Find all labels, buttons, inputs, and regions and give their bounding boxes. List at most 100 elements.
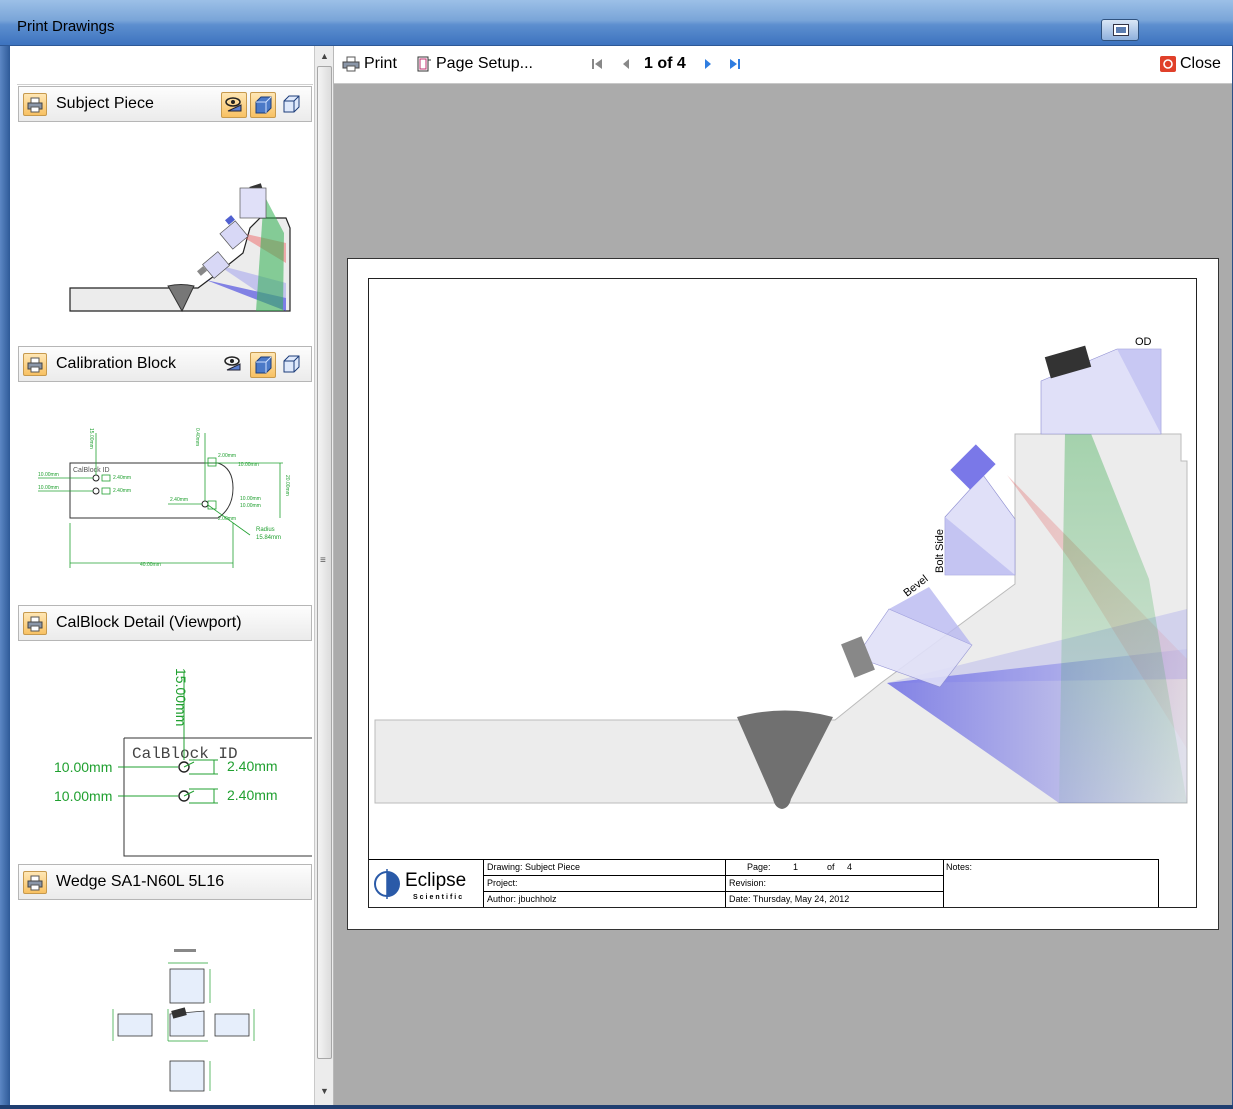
left-pane-scrollbar[interactable]: ▲ ≡ ▼	[314, 46, 334, 1105]
print-preview-page[interactable]: OD Bolt Side Bevel Eclipse Scientific Dr	[347, 258, 1219, 930]
project-field: Project:	[487, 878, 518, 888]
wedge-drawing	[112, 949, 255, 1092]
calibration-block-drawing: CalBlock ID 15.00mm 10.00mm 10.00mm 2.40…	[38, 428, 290, 568]
last-page-button[interactable]	[728, 57, 742, 71]
view-visibility-button[interactable]	[221, 92, 247, 118]
scroll-down-arrow-icon[interactable]: ▼	[320, 1086, 329, 1096]
next-page-icon	[705, 59, 711, 69]
window-left-edge	[0, 46, 10, 1109]
first-page-button[interactable]	[590, 57, 604, 71]
printer-icon	[342, 56, 360, 72]
subject-piece-drawing	[69, 183, 291, 313]
calblock-dim-12: 2.00mm	[218, 516, 236, 522]
client-area: Subject Piece Calibration Block CalBlock…	[10, 46, 1232, 1105]
author-field: Author: jbuchholz	[487, 894, 557, 904]
calblock-id-text: CalBlock ID	[73, 467, 110, 474]
viewport-dim-vertical: 15.00mm	[173, 668, 189, 726]
calblock-dim-13: Radius	[256, 527, 275, 533]
logo-subtext: Scientific	[413, 894, 465, 901]
previous-page-button[interactable]	[620, 57, 632, 71]
left-pane-header	[17, 46, 313, 85]
calblock-dim-1: 10.00mm	[38, 472, 59, 478]
date-field: Date: Thursday, May 24, 2012	[729, 894, 850, 904]
calblock-dim-0: 15.00mm	[88, 428, 94, 449]
of-label: of	[827, 862, 835, 872]
print-drawing-button[interactable]	[23, 612, 47, 635]
view-wireframe-3d-button[interactable]	[279, 92, 305, 118]
page-number: 1	[793, 862, 799, 872]
calblock-dim-14: 15.84mm	[256, 535, 281, 541]
page-label: Page:	[747, 862, 771, 872]
calblock-dim-6: 2.00mm	[218, 453, 236, 459]
close-label: Close	[1180, 55, 1221, 72]
revision-field: Revision:	[729, 878, 767, 888]
logo-text: Eclipse	[405, 870, 467, 891]
view-visibility-button[interactable]	[221, 352, 247, 378]
print-button[interactable]: Print	[342, 55, 397, 73]
eclipse-logo-icon	[374, 869, 400, 899]
calblock-detail-thumbnail[interactable]: CalBlock ID 15.00mm 10.00mm 10.00mm 2.40…	[18, 642, 312, 864]
view-wireframe-3d-button[interactable]	[279, 352, 305, 378]
view-solid-3d-button[interactable]	[250, 92, 276, 118]
window-title: Print Drawings	[17, 18, 115, 35]
drawing-header-subject-piece[interactable]: Subject Piece	[18, 86, 312, 122]
notes-field: Notes:	[946, 862, 973, 872]
last-page-icon	[730, 59, 740, 69]
drawing-header-calibration-block[interactable]: Calibration Block	[18, 346, 312, 382]
viewport-dim-left-1: 10.00mm	[54, 759, 112, 775]
solid-cube-icon	[255, 96, 272, 114]
drawing-label: CalBlock Detail (Viewport)	[56, 614, 242, 631]
page-setup-button[interactable]: Page Setup...	[416, 55, 533, 73]
calblock-dim-3: 2.40mm	[113, 475, 131, 481]
calblock-dim-11: 10.00mm	[240, 503, 261, 509]
print-drawing-button[interactable]	[23, 93, 47, 116]
calblock-dim-15: 40.00mm	[140, 562, 161, 568]
subject-piece-preview-drawing: OD Bolt Side Bevel	[374, 336, 1188, 809]
page-setup-icon	[417, 56, 431, 72]
eye-icon	[224, 356, 241, 371]
close-icon	[1160, 56, 1176, 72]
calibration-block-thumbnail[interactable]: CalBlock ID 15.00mm 10.00mm 10.00mm 2.40…	[18, 383, 312, 605]
label-bolt-side: Bolt Side	[934, 529, 946, 573]
print-label: Print	[364, 55, 397, 72]
drawing-header-wedge[interactable]: Wedge SA1-N60L 5L16	[18, 864, 312, 900]
view-solid-3d-button[interactable]	[250, 352, 276, 378]
print-drawing-button[interactable]	[23, 353, 47, 376]
calblock-detail-drawing: CalBlock ID 15.00mm 10.00mm 10.00mm 2.40…	[54, 668, 312, 857]
scroll-up-arrow-icon[interactable]: ▲	[320, 51, 329, 61]
printer-icon	[27, 357, 43, 373]
first-page-icon	[592, 59, 602, 69]
next-page-button[interactable]	[702, 57, 714, 71]
drawing-label: Subject Piece	[56, 95, 154, 112]
calblock-dim-2: 10.00mm	[38, 485, 59, 491]
page-total: 4	[847, 862, 853, 872]
window-bottom-border	[0, 1105, 1233, 1109]
subject-piece-thumbnail[interactable]	[18, 123, 312, 345]
printer-icon	[27, 97, 43, 113]
close-button[interactable]: Close	[1160, 55, 1221, 73]
calblock-dim-8: 20.00mm	[284, 475, 290, 496]
drawings-list-pane[interactable]: Subject Piece Calibration Block CalBlock…	[10, 46, 314, 1105]
window-restore-button[interactable]	[1101, 19, 1139, 41]
viewport-dim-right-2: 2.40mm	[227, 787, 278, 803]
drawing-border: OD Bolt Side Bevel Eclipse Scientific Dr	[368, 278, 1197, 908]
calblock-dim-4: 2.40mm	[113, 488, 131, 494]
viewport-block-id: CalBlock ID	[132, 745, 238, 763]
page-indicator: 1 of 4	[644, 55, 686, 73]
calblock-dim-9: 2.40mm	[170, 497, 188, 503]
previous-page-icon	[623, 59, 629, 69]
title-bar[interactable]: Print Drawings	[0, 0, 1233, 46]
solid-cube-icon	[255, 356, 272, 374]
wedge-thumbnail[interactable]	[18, 901, 312, 1105]
preview-toolbar: Print Page Setup... 1 of 4 Close	[334, 46, 1232, 84]
viewport-dim-left-2: 10.00mm	[54, 788, 112, 804]
restore-icon	[1113, 24, 1129, 36]
wireframe-cube-icon	[283, 355, 300, 373]
drawing-header-calblock-detail[interactable]: CalBlock Detail (Viewport)	[18, 605, 312, 641]
drawing-label: Wedge SA1-N60L 5L16	[56, 873, 225, 890]
title-block: Eclipse Scientific Drawing: Subject Piec…	[369, 859, 1159, 907]
wireframe-cube-icon	[283, 95, 300, 113]
print-drawing-button[interactable]	[23, 871, 47, 894]
calblock-dim-10: 10.00mm	[240, 496, 261, 502]
splitter-grip-icon[interactable]: ≡	[320, 555, 326, 566]
